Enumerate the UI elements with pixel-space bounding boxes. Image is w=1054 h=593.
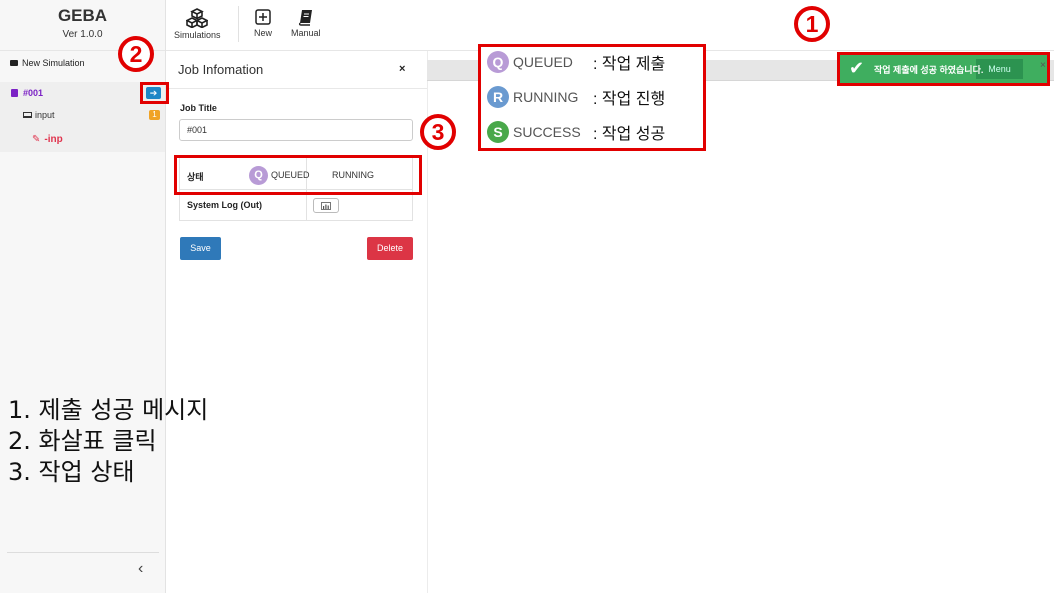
input-label: input [35, 110, 55, 120]
book-icon [298, 10, 312, 26]
inp-label: -inp [44, 134, 63, 145]
toolbar-divider [238, 6, 239, 42]
edit-icon: ✎ [32, 134, 41, 145]
note-line: 1. 제출 성공 메시지 [8, 396, 209, 424]
note-line: 3. 작업 상태 [8, 458, 135, 486]
system-log-label: System Log (Out) [187, 200, 263, 210]
new-simulation-label: New Simulation [22, 58, 85, 68]
system-log-button[interactable] [313, 198, 339, 213]
sidebar-item-input[interactable]: input [23, 110, 55, 120]
sidebar-item-inp[interactable]: ✎ -inp [32, 134, 63, 145]
brand: GEBA Ver 1.0.0 [0, 6, 165, 40]
delete-button[interactable]: Delete [367, 237, 413, 260]
annotation-box-legend [478, 44, 706, 151]
folder-icon [10, 60, 18, 66]
simulations-label: Simulations [174, 30, 221, 40]
plus-square-icon [255, 9, 271, 25]
simulations-tool[interactable]: Simulations [174, 8, 221, 40]
monitor-icon [23, 112, 32, 118]
input-count-badge: 1 [149, 110, 160, 120]
new-simulation-item[interactable]: New Simulation [10, 58, 85, 68]
new-tool[interactable]: New [254, 8, 272, 38]
cubes-icon [186, 8, 209, 28]
bar-chart-icon [321, 202, 331, 210]
annotation-box-toast [837, 52, 1050, 86]
manual-tool[interactable]: Manual [291, 8, 321, 38]
sidebar-bottom-divider [7, 552, 159, 553]
job-label: #001 [23, 88, 44, 98]
job-title-input[interactable] [179, 119, 413, 141]
marker-3: 3 [420, 114, 456, 150]
panel-header-divider [166, 88, 427, 89]
close-icon[interactable]: × [399, 63, 405, 75]
annotation-box-status [174, 155, 422, 195]
job-icon [11, 89, 18, 97]
collapse-sidebar-button[interactable]: ‹ [138, 560, 143, 578]
marker-2: 2 [118, 36, 154, 72]
annotation-notes: 1. 제출 성공 메시지 2. 화살표 클릭 3. 작업 상태 [8, 395, 208, 488]
marker-1: 1 [794, 6, 830, 42]
save-button[interactable]: Save [180, 237, 221, 260]
job-title-label: Job Title [180, 103, 217, 113]
new-label: New [254, 28, 273, 38]
annotation-box-arrow [140, 82, 169, 104]
app-name: GEBA [57, 6, 108, 25]
sidebar-item-job[interactable]: #001 [11, 88, 43, 98]
manual-label: Manual [291, 28, 321, 38]
panel-title: Job Infomation [178, 62, 264, 77]
note-line: 2. 화살표 클릭 [8, 427, 157, 455]
